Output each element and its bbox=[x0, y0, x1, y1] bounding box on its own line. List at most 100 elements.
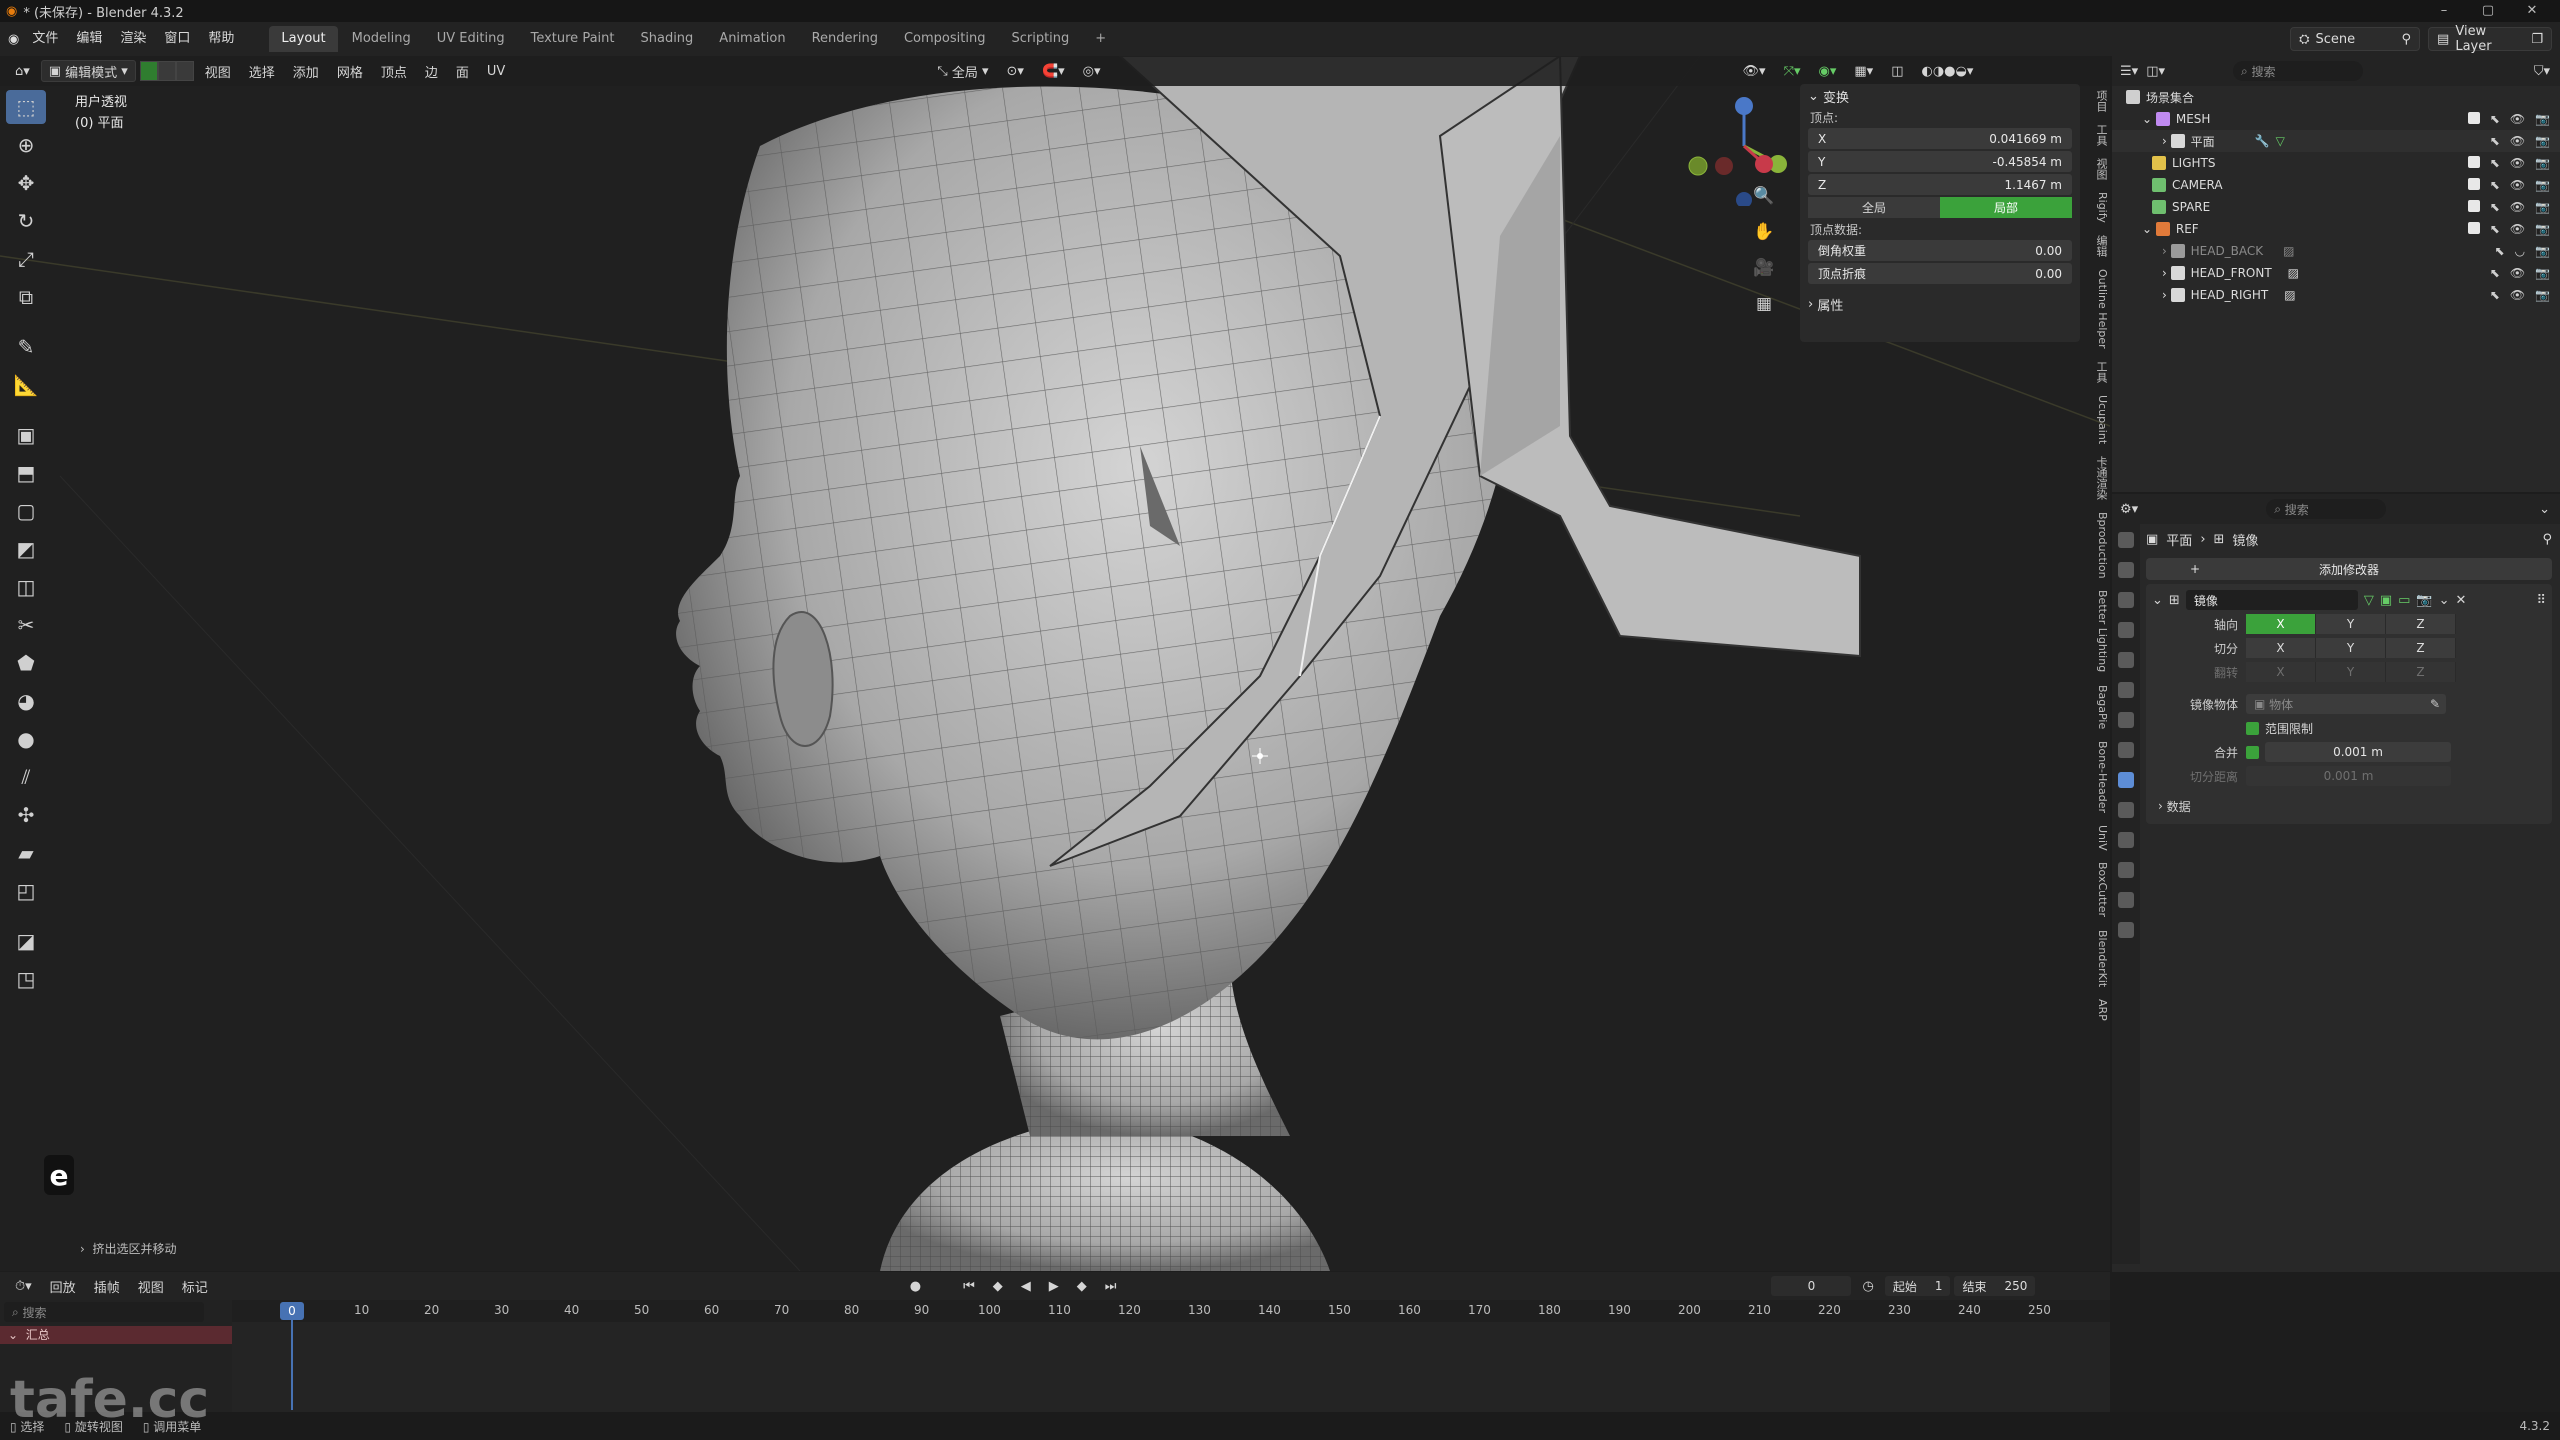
ntab-item[interactable]: 项目 bbox=[2087, 84, 2109, 118]
last-operator-panel[interactable]: › 挤出选区并移动 bbox=[80, 1240, 176, 1257]
mirror-object-field[interactable]: ▣ 物体 ✎ bbox=[2246, 694, 2446, 714]
menu-window[interactable]: 窗口 bbox=[155, 22, 199, 56]
move-tool[interactable]: ✥ bbox=[6, 166, 46, 200]
select-icon[interactable]: ⬉ bbox=[2490, 112, 2500, 126]
ntab-univ[interactable]: UniV bbox=[2087, 819, 2109, 857]
current-frame-field[interactable]: 0 bbox=[1771, 1276, 1852, 1296]
collection-tab-icon[interactable] bbox=[2118, 712, 2134, 728]
shrink-fatten-tool[interactable]: ✣ bbox=[6, 798, 46, 832]
camera-icon[interactable]: 📷 bbox=[2535, 266, 2550, 280]
ntab-rigify[interactable]: Rigify bbox=[2087, 186, 2109, 229]
next-keyframe-button[interactable]: ◆ bbox=[1070, 1275, 1094, 1297]
proportional-edit-button[interactable]: ◎▾ bbox=[1076, 60, 1108, 82]
camera-icon[interactable]: 📷 bbox=[2535, 178, 2550, 192]
zoom-icon[interactable]: 🔍 bbox=[1752, 186, 1776, 210]
chevron-down-icon[interactable]: ⌄ bbox=[2152, 593, 2163, 608]
rotate-tool[interactable]: ↻ bbox=[6, 204, 46, 238]
object-tab-icon[interactable] bbox=[2118, 742, 2134, 758]
menu-mesh[interactable]: 网格 bbox=[330, 60, 370, 82]
menu-edge[interactable]: 边 bbox=[418, 60, 445, 82]
outliner-search[interactable]: ⌕ 搜索 bbox=[2233, 61, 2363, 81]
properties-search[interactable]: ⌕ 搜索 bbox=[2266, 499, 2387, 519]
mode-selector[interactable]: ▣ 编辑模式 ▾ bbox=[40, 60, 136, 82]
add-cube-tool[interactable]: ▣ bbox=[6, 418, 46, 452]
select-icon[interactable]: ⬉ bbox=[2490, 134, 2500, 148]
tab-compositing[interactable]: Compositing bbox=[892, 26, 998, 52]
eye-icon[interactable]: 👁 bbox=[2510, 112, 2525, 126]
addon-tool-1[interactable]: ◪ bbox=[6, 924, 46, 958]
tab-shading[interactable]: Shading bbox=[628, 26, 705, 52]
menu-playback[interactable]: 回放 bbox=[43, 1275, 83, 1297]
checkbox-icon[interactable] bbox=[2467, 178, 2480, 190]
ntab-toon[interactable]: 卡通渲染 bbox=[2087, 450, 2109, 506]
vertex-z-field[interactable]: Z 1.1467 m bbox=[1808, 174, 2072, 195]
checkbox-icon[interactable] bbox=[2467, 222, 2480, 234]
global-button[interactable]: 全局 bbox=[1808, 197, 1940, 218]
xray-toggle[interactable]: ◫ bbox=[1884, 60, 1910, 82]
checkbox-icon[interactable] bbox=[2467, 200, 2480, 212]
select-icon[interactable]: ⬉ bbox=[2490, 266, 2500, 280]
tab-layout[interactable]: Layout bbox=[269, 26, 338, 52]
local-button[interactable]: 局部 bbox=[1940, 197, 2072, 218]
edge-slide-tool[interactable]: ⫽ bbox=[6, 760, 46, 794]
poly-build-tool[interactable]: ⬟ bbox=[6, 646, 46, 680]
outliner-row-mesh[interactable]: ⌄ MESH ⬉ 👁 📷 bbox=[2112, 108, 2560, 130]
jump-end-button[interactable]: ⏭ bbox=[1098, 1275, 1124, 1297]
ntab-tool[interactable]: 工具 bbox=[2087, 118, 2109, 152]
properties-section-header[interactable]: › 属性 bbox=[1800, 292, 2080, 316]
view-layer-tab-icon[interactable] bbox=[2118, 622, 2134, 638]
data-subpanel-header[interactable]: › 数据 bbox=[2152, 794, 2546, 818]
eye-icon[interactable]: 👁 bbox=[2510, 178, 2525, 192]
transform-tool[interactable]: ⧉ bbox=[6, 280, 46, 314]
eye-icon[interactable]: 👁 bbox=[2510, 222, 2525, 236]
editor-type-icon[interactable]: ☰▾ bbox=[2120, 64, 2138, 79]
summary-channel[interactable]: ⌄ 汇总 bbox=[0, 1326, 232, 1344]
eye-icon[interactable]: 👁 bbox=[2510, 134, 2525, 148]
world-tab-icon[interactable] bbox=[2118, 682, 2134, 698]
menu-select[interactable]: 选择 bbox=[242, 60, 282, 82]
timeline-ruler[interactable]: 10 20 30 40 50 60 70 80 90 100 110 120 1… bbox=[0, 1300, 2110, 1322]
tab-rendering[interactable]: Rendering bbox=[800, 26, 890, 52]
play-button[interactable]: ▶ bbox=[1042, 1275, 1066, 1297]
options-icon[interactable]: ⌄ bbox=[2539, 502, 2550, 517]
menu-view[interactable]: 视图 bbox=[131, 1275, 171, 1297]
bisect-y-button[interactable]: Y bbox=[2316, 638, 2386, 658]
render-toggle-icon[interactable]: 📷 bbox=[2416, 593, 2432, 608]
scene-collection-row[interactable]: 场景集合 bbox=[2112, 86, 2560, 108]
particles-tab-icon[interactable] bbox=[2118, 802, 2134, 818]
axis-x-button[interactable]: X bbox=[2246, 614, 2316, 634]
ntab-boxcutter[interactable]: BoxCutter bbox=[2087, 856, 2109, 923]
snap-button[interactable]: 🧲▾ bbox=[1035, 60, 1072, 82]
spin-tool[interactable]: ◕ bbox=[6, 684, 46, 718]
camera-icon[interactable]: 📷 bbox=[2535, 112, 2550, 126]
camera-view-icon[interactable]: 🎥 bbox=[1752, 258, 1776, 282]
pin-icon[interactable]: ⚲ bbox=[2542, 532, 2552, 547]
knife-tool[interactable]: ✂ bbox=[6, 608, 46, 642]
axis-z-button[interactable]: Z bbox=[2386, 614, 2456, 634]
eye-icon[interactable]: 👁 bbox=[2510, 200, 2525, 214]
outliner-row-spare[interactable]: SPARE ⬉ 👁 📷 bbox=[2112, 196, 2560, 218]
ntab-ucupaint[interactable]: Ucupaint bbox=[2087, 389, 2109, 450]
display-mode-icon[interactable]: ◫▾ bbox=[2146, 64, 2165, 79]
outliner-row-lights[interactable]: LIGHTS ⬉ 👁 📷 bbox=[2112, 152, 2560, 174]
menu-keying[interactable]: 插帧 bbox=[87, 1275, 127, 1297]
rip-tool[interactable]: ◰ bbox=[6, 874, 46, 908]
menu-file[interactable]: 文件 bbox=[23, 22, 67, 56]
constraints-tab-icon[interactable] bbox=[2118, 862, 2134, 878]
material-tab-icon[interactable] bbox=[2118, 922, 2134, 938]
modifier-tab-icon[interactable] bbox=[2118, 772, 2134, 788]
playhead-line[interactable] bbox=[291, 1320, 293, 1410]
ntab-bagapie[interactable]: BagaPie bbox=[2087, 679, 2109, 735]
play-reverse-button[interactable]: ◀ bbox=[1014, 1275, 1038, 1297]
scene-selector[interactable]: ⛭ Scene ⚲ bbox=[2290, 27, 2421, 51]
menu-add[interactable]: 添加 bbox=[286, 60, 326, 82]
menu-view[interactable]: 视图 bbox=[198, 60, 238, 82]
clipping-checkbox[interactable] bbox=[2246, 721, 2259, 735]
filter-icon[interactable]: ⛉▾ bbox=[2534, 64, 2550, 79]
camera-icon[interactable]: 📷 bbox=[2535, 156, 2550, 170]
scale-tool[interactable]: ⤢ bbox=[6, 242, 46, 276]
modifier-name-field[interactable]: 镜像 bbox=[2185, 590, 2358, 610]
editor-type-icon[interactable]: ⚙▾ bbox=[2120, 502, 2138, 517]
maximize-button[interactable]: ▢ bbox=[2466, 0, 2510, 22]
overlays-toggle[interactable]: ◉▾ bbox=[1812, 60, 1844, 82]
